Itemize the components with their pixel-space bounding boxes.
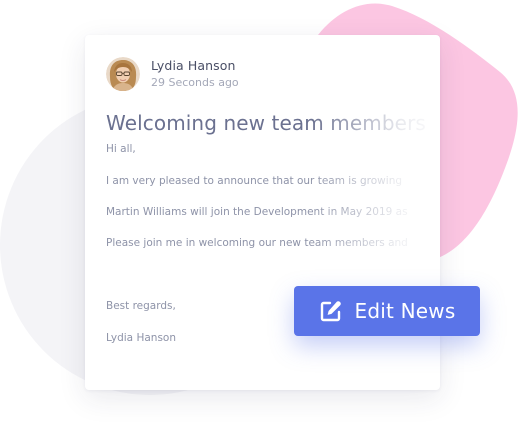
news-title: Welcoming new team members <box>106 111 426 135</box>
body-signoff: Best regards, <box>106 300 176 312</box>
news-editor-illustration: Lydia Hanson 29 Seconds ago Welcoming ne… <box>0 0 519 430</box>
post-timestamp: 29 Seconds ago <box>151 76 239 89</box>
news-card: Lydia Hanson 29 Seconds ago Welcoming ne… <box>85 35 440 390</box>
author-avatar <box>106 57 140 91</box>
body-greeting: Hi all, <box>106 143 136 155</box>
body-line-3: Please join me in welcoming our new team… <box>106 237 408 249</box>
edit-news-button[interactable]: Edit News <box>294 286 480 336</box>
edit-news-label: Edit News <box>354 299 456 323</box>
edit-icon <box>319 299 343 323</box>
body-line-2: Martin Williams will join the Developmen… <box>106 206 408 218</box>
author-name: Lydia Hanson <box>151 58 236 73</box>
body-line-1: I am very pleased to announce that our t… <box>106 175 403 187</box>
body-signature: Lydia Hanson <box>106 332 176 344</box>
